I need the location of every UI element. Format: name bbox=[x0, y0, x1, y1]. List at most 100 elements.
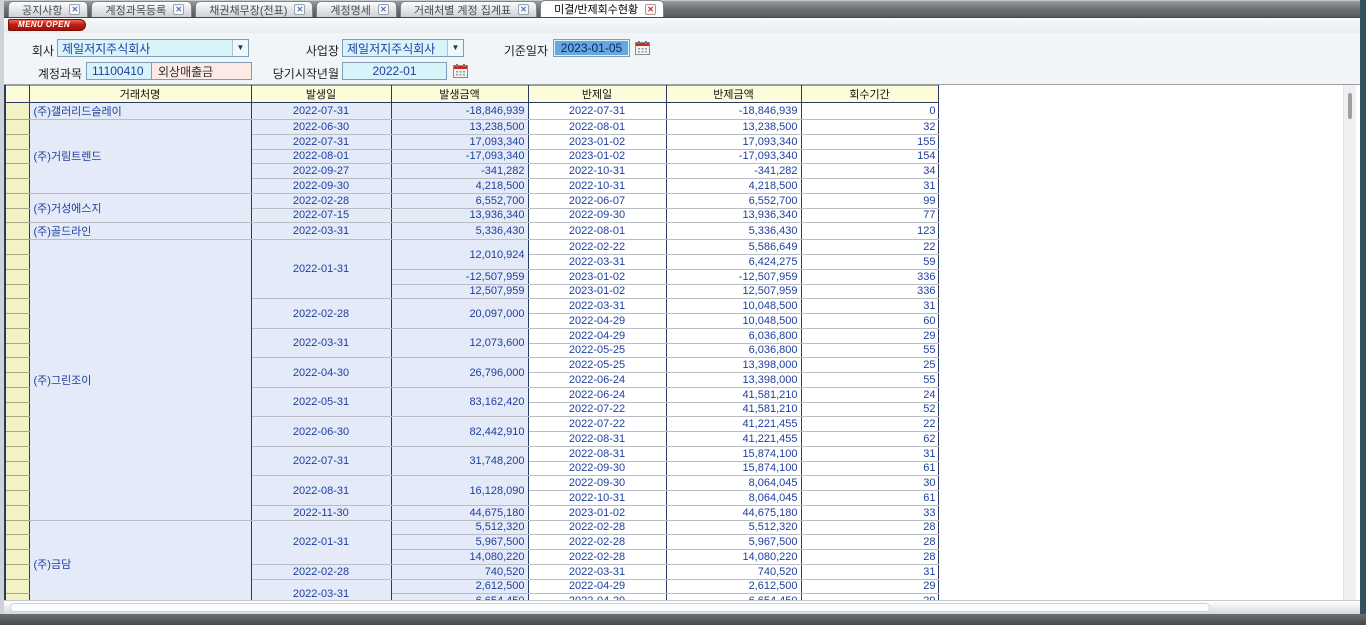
tab-close-icon[interactable]: ✕ bbox=[645, 4, 656, 15]
settle-date-cell[interactable]: 2023-01-02 bbox=[528, 134, 666, 149]
settle-amount-cell[interactable]: -341,282 bbox=[666, 164, 801, 179]
settle-amount-cell[interactable]: 10,048,500 bbox=[666, 299, 801, 314]
settle-date-cell[interactable]: 2022-03-31 bbox=[528, 255, 666, 270]
settle-date-cell[interactable]: 2022-08-31 bbox=[528, 446, 666, 461]
occur-date-cell[interactable]: 2022-03-31 bbox=[251, 579, 391, 600]
tab-item[interactable]: 거래처별 계정 집계표✕ bbox=[400, 1, 537, 17]
settle-amount-cell[interactable]: 6,424,275 bbox=[666, 255, 801, 270]
settle-amount-cell[interactable]: 13,398,000 bbox=[666, 358, 801, 373]
collect-days-cell[interactable]: 31 bbox=[801, 179, 938, 194]
settle-date-cell[interactable]: 2022-09-30 bbox=[528, 476, 666, 491]
settle-amount-cell[interactable]: -17,093,340 bbox=[666, 149, 801, 164]
row-selector[interactable] bbox=[5, 358, 29, 373]
collect-days-cell[interactable]: 99 bbox=[801, 193, 938, 208]
row-selector[interactable] bbox=[5, 149, 29, 164]
collect-days-cell[interactable]: 59 bbox=[801, 255, 938, 270]
settle-amount-cell[interactable]: 12,507,959 bbox=[666, 284, 801, 299]
settle-date-cell[interactable]: 2022-06-24 bbox=[528, 387, 666, 402]
tab-close-icon[interactable]: ✕ bbox=[294, 4, 305, 15]
occur-date-cell[interactable]: 2022-07-31 bbox=[251, 134, 391, 149]
collect-days-cell[interactable]: 336 bbox=[801, 269, 938, 284]
horizontal-scrollbar-thumb[interactable] bbox=[10, 603, 1210, 612]
settle-amount-cell[interactable]: -12,507,959 bbox=[666, 269, 801, 284]
occur-amount-cell[interactable]: 5,336,430 bbox=[391, 223, 528, 240]
settle-amount-cell[interactable]: 4,218,500 bbox=[666, 179, 801, 194]
settle-date-cell[interactable]: 2022-08-01 bbox=[528, 223, 666, 240]
base-date-input[interactable]: 2023-01-05 bbox=[553, 39, 630, 57]
row-selector[interactable] bbox=[5, 402, 29, 417]
settle-amount-cell[interactable]: 17,093,340 bbox=[666, 134, 801, 149]
row-selector[interactable] bbox=[5, 446, 29, 461]
tab-close-icon[interactable]: ✕ bbox=[378, 4, 389, 15]
client-name-cell[interactable]: (주)거림트렌드 bbox=[29, 120, 251, 194]
row-selector[interactable] bbox=[5, 535, 29, 550]
tab-active[interactable]: 미결/반제회수현황✕ bbox=[540, 0, 664, 17]
settle-amount-cell[interactable]: -18,846,939 bbox=[666, 103, 801, 120]
row-selector[interactable] bbox=[5, 461, 29, 476]
occur-amount-cell[interactable]: 12,073,600 bbox=[391, 328, 528, 358]
collect-days-cell[interactable]: 61 bbox=[801, 461, 938, 476]
settle-date-cell[interactable]: 2022-10-31 bbox=[528, 164, 666, 179]
row-selector[interactable] bbox=[5, 164, 29, 179]
occur-amount-cell[interactable]: 5,512,320 bbox=[391, 520, 528, 535]
occur-date-cell[interactable]: 2022-02-28 bbox=[251, 193, 391, 208]
row-selector[interactable] bbox=[5, 255, 29, 270]
row-selector[interactable] bbox=[5, 269, 29, 284]
occur-date-cell[interactable]: 2022-08-31 bbox=[251, 476, 391, 506]
row-selector[interactable] bbox=[5, 550, 29, 565]
menu-open-button[interactable]: MENU OPEN bbox=[8, 19, 86, 31]
settle-date-cell[interactable]: 2022-09-30 bbox=[528, 461, 666, 476]
occur-date-cell[interactable]: 2022-05-31 bbox=[251, 387, 391, 417]
period-start-input[interactable]: 2022-01 bbox=[342, 62, 447, 80]
occur-amount-cell[interactable]: -18,846,939 bbox=[391, 103, 528, 120]
workplace-select[interactable]: 제일저지주식회사 ▼ bbox=[342, 39, 464, 57]
collect-days-cell[interactable]: 29 bbox=[801, 328, 938, 343]
row-selector[interactable] bbox=[5, 505, 29, 520]
settle-date-cell[interactable]: 2022-08-31 bbox=[528, 432, 666, 447]
settle-date-cell[interactable]: 2022-10-31 bbox=[528, 491, 666, 506]
row-selector[interactable] bbox=[5, 134, 29, 149]
occur-amount-cell[interactable]: 2,612,500 bbox=[391, 579, 528, 594]
vertical-scrollbar[interactable] bbox=[1343, 85, 1356, 600]
occur-date-cell[interactable]: 2022-03-31 bbox=[251, 223, 391, 240]
occur-date-cell[interactable]: 2022-02-28 bbox=[251, 564, 391, 579]
collect-days-cell[interactable]: 22 bbox=[801, 240, 938, 255]
collect-days-cell[interactable]: 60 bbox=[801, 314, 938, 329]
settle-date-cell[interactable]: 2022-07-22 bbox=[528, 417, 666, 432]
collect-days-cell[interactable]: 30 bbox=[801, 476, 938, 491]
row-selector[interactable] bbox=[5, 520, 29, 535]
collect-days-cell[interactable]: 24 bbox=[801, 387, 938, 402]
row-selector[interactable] bbox=[5, 373, 29, 388]
settle-amount-cell[interactable]: 8,064,045 bbox=[666, 476, 801, 491]
collect-days-cell[interactable]: 77 bbox=[801, 208, 938, 223]
settle-amount-cell[interactable]: 10,048,500 bbox=[666, 314, 801, 329]
settle-date-cell[interactable]: 2022-04-29 bbox=[528, 579, 666, 594]
settle-date-cell[interactable]: 2022-05-25 bbox=[528, 343, 666, 358]
occur-date-cell[interactable]: 2022-06-30 bbox=[251, 120, 391, 135]
tab-item[interactable]: 계정명세✕ bbox=[316, 1, 396, 17]
collect-days-cell[interactable]: 31 bbox=[801, 446, 938, 461]
occur-amount-cell[interactable]: 31,748,200 bbox=[391, 446, 528, 476]
settle-amount-cell[interactable]: 8,064,045 bbox=[666, 491, 801, 506]
settle-date-cell[interactable]: 2022-06-24 bbox=[528, 373, 666, 388]
settle-amount-cell[interactable]: 5,336,430 bbox=[666, 223, 801, 240]
settle-date-cell[interactable]: 2022-06-07 bbox=[528, 193, 666, 208]
tab-item[interactable]: 공지사항✕ bbox=[8, 1, 88, 17]
settle-date-cell[interactable]: 2022-09-30 bbox=[528, 208, 666, 223]
settle-amount-cell[interactable]: 13,398,000 bbox=[666, 373, 801, 388]
settle-amount-cell[interactable]: 740,520 bbox=[666, 564, 801, 579]
occur-date-cell[interactable]: 2022-07-31 bbox=[251, 103, 391, 120]
settle-amount-cell[interactable]: 41,581,210 bbox=[666, 387, 801, 402]
collect-days-cell[interactable]: 31 bbox=[801, 564, 938, 579]
collect-days-cell[interactable]: 52 bbox=[801, 402, 938, 417]
collect-days-cell[interactable]: 22 bbox=[801, 417, 938, 432]
tab-item[interactable]: 채권채무장(전표)✕ bbox=[195, 1, 313, 17]
settle-amount-cell[interactable]: 5,586,649 bbox=[666, 240, 801, 255]
row-selector[interactable] bbox=[5, 120, 29, 135]
occur-amount-cell[interactable]: 13,936,340 bbox=[391, 208, 528, 223]
occur-amount-cell[interactable]: 17,093,340 bbox=[391, 134, 528, 149]
collect-days-cell[interactable]: 31 bbox=[801, 299, 938, 314]
settle-date-cell[interactable]: 2022-03-31 bbox=[528, 564, 666, 579]
row-selector[interactable] bbox=[5, 284, 29, 299]
settle-amount-cell[interactable]: 15,874,100 bbox=[666, 446, 801, 461]
